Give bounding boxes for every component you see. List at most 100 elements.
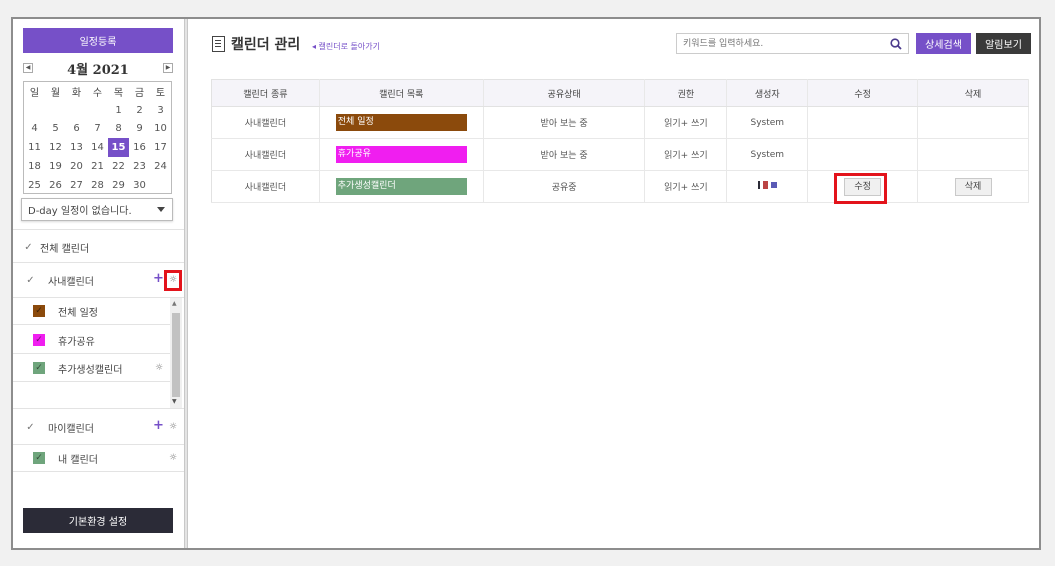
gear-icon[interactable]: ☼ xyxy=(169,422,177,432)
gear-icon[interactable]: ☼ xyxy=(169,453,177,463)
creator-cell: System xyxy=(726,138,809,171)
calendar-item[interactable]: ✓ 추가생성캘린더 ☼ xyxy=(13,359,184,377)
divider xyxy=(13,353,170,354)
calendar-item[interactable]: ✓ 전체 일정 xyxy=(13,302,184,320)
company-calendar-label: 사내캘린더 xyxy=(48,277,94,288)
column-header: 수정 xyxy=(807,79,919,107)
weekday-header: 금 xyxy=(134,87,145,99)
prev-month-icon[interactable]: ◀ xyxy=(23,63,33,73)
main-content: 캘린더 관리 ◂ 캘린더로 돌아가기 상세검색 알림보기 캘린더 종류 캘린더 … xyxy=(188,19,1039,548)
table-row: 사내캘린더 추가생성캘린더 공유중 읽기+ 쓰기 수정 삭제 xyxy=(211,170,1029,204)
my-calendar-group[interactable]: ✓ 마이캘린더 + ☼ xyxy=(13,412,184,442)
share-status-cell: 받아 보는 중 xyxy=(483,106,646,139)
back-to-calendar-link[interactable]: ◂ 캘린더로 돌아가기 xyxy=(312,41,380,52)
advanced-search-button[interactable]: 상세검색 xyxy=(916,33,971,54)
register-event-button[interactable]: 일정등록 xyxy=(23,28,173,53)
calendar-color-checkbox[interactable]: ✓ xyxy=(33,452,45,464)
calendar-name-cell: 휴가공유 xyxy=(319,138,484,171)
creator-cell xyxy=(726,170,809,203)
search-icon[interactable] xyxy=(890,38,902,50)
scroll-up-icon[interactable]: ▲ xyxy=(172,300,177,307)
calendar-day[interactable]: 11 xyxy=(24,138,45,157)
calendar-day[interactable]: 29 xyxy=(108,176,129,195)
calendar-day[interactable]: 20 xyxy=(66,157,87,176)
company-calendar-group[interactable]: ✓ 사내캘린더 + ☼ xyxy=(13,264,184,297)
calendar-day[interactable]: 27 xyxy=(66,176,87,195)
calendar-day[interactable]: 5 xyxy=(45,120,66,139)
calendar-day[interactable]: 30 xyxy=(129,176,150,195)
dday-dropdown[interactable]: D-day 일정이 없습니다. xyxy=(21,198,173,221)
calendar-day[interactable]: 13 xyxy=(66,138,87,157)
calendar-day[interactable]: 26 xyxy=(45,176,66,195)
divider xyxy=(13,471,184,472)
search-input[interactable] xyxy=(677,34,882,53)
calendar-day[interactable]: 2 xyxy=(129,101,150,120)
calendar-color-checkbox[interactable]: ✓ xyxy=(33,362,45,374)
calendar-item[interactable]: ✓ 내 캘린더 ☼ xyxy=(13,449,184,467)
permission-cell: 읽기+ 쓰기 xyxy=(644,106,728,139)
calendar-type-cell: 사내캘린더 xyxy=(211,170,320,203)
creator-cell: System xyxy=(726,106,809,139)
settings-button[interactable]: 기본환경 설정 xyxy=(23,508,173,533)
calendar-day[interactable]: 15 xyxy=(108,138,129,158)
calendar-day[interactable]: 9 xyxy=(129,120,150,139)
edit-cell xyxy=(807,138,919,171)
calendar-day[interactable]: 28 xyxy=(87,176,108,195)
check-icon[interactable]: ✓ xyxy=(23,242,34,253)
calendar-day[interactable]: 6 xyxy=(66,120,87,139)
calendar-day[interactable]: 4 xyxy=(24,120,45,139)
delete-button[interactable]: 삭제 xyxy=(954,177,992,196)
scroll-down-icon[interactable]: ▼ xyxy=(172,398,177,405)
calendar-name-cell: 전체 일정 xyxy=(319,106,484,139)
divider xyxy=(13,297,184,298)
calendar-day[interactable]: 16 xyxy=(129,138,150,157)
calendar-item-label: 내 캘린더 xyxy=(58,454,98,466)
mini-calendar-title: 4월 2021 xyxy=(67,62,129,78)
calendar-item[interactable]: ✓ 휴가공유 xyxy=(13,331,184,349)
check-icon[interactable]: ✓ xyxy=(25,422,36,433)
calendar-day[interactable]: 18 xyxy=(24,157,45,176)
highlight-box xyxy=(834,173,888,204)
mini-calendar-grid: 일 월 화 수 목 금 토 1 2 3 4 5 6 7 8 9 10 11 12 13 14 15 16 17 18 19 20 21… xyxy=(24,82,171,195)
add-calendar-icon[interactable]: + xyxy=(153,271,164,286)
permission-cell: 읽기+ 쓰기 xyxy=(644,138,728,171)
calendar-day[interactable]: 24 xyxy=(150,157,171,176)
highlight-box xyxy=(164,270,182,291)
weekday-header: 일 xyxy=(29,87,40,99)
check-icon[interactable]: ✓ xyxy=(25,275,36,286)
weekday-header: 화 xyxy=(71,87,82,99)
calendar-day[interactable]: 1 xyxy=(108,101,129,120)
search-box xyxy=(676,33,909,54)
calendar-type-cell: 사내캘린더 xyxy=(211,106,320,139)
calendar-day[interactable]: 19 xyxy=(45,157,66,176)
calendar-day[interactable]: 10 xyxy=(150,120,171,139)
calendar-day[interactable]: 14 xyxy=(87,138,108,157)
calendar-day[interactable]: 21 xyxy=(87,157,108,176)
add-calendar-icon[interactable]: + xyxy=(153,418,164,433)
calendar-day[interactable]: 8 xyxy=(108,120,129,139)
calendar-day-empty xyxy=(150,176,171,195)
calendar-day[interactable]: 3 xyxy=(150,101,171,120)
calendar-item-label: 추가생성캘린더 xyxy=(58,364,123,376)
next-month-icon[interactable]: ▶ xyxy=(163,63,173,73)
weekday-header: 수 xyxy=(92,87,103,99)
calendar-day[interactable]: 22 xyxy=(108,157,129,176)
column-header: 삭제 xyxy=(917,79,1029,107)
calendar-day[interactable]: 25 xyxy=(24,176,45,195)
calendar-day[interactable]: 12 xyxy=(45,138,66,157)
table-row: 사내캘린더 휴가공유 받아 보는 중 읽기+ 쓰기 System xyxy=(211,138,1029,171)
view-alarms-button[interactable]: 알림보기 xyxy=(976,33,1031,54)
gear-icon[interactable]: ☼ xyxy=(155,363,163,373)
calendar-day[interactable]: 7 xyxy=(87,120,108,139)
delete-cell xyxy=(917,106,1029,139)
divider xyxy=(13,444,184,445)
calendar-day[interactable]: 23 xyxy=(129,157,150,176)
calendar-item-label: 전체 일정 xyxy=(58,307,98,319)
all-calendars-row[interactable]: ✓ 전체 캘린더 xyxy=(13,239,184,256)
calendar-day[interactable]: 17 xyxy=(150,138,171,157)
calendar-color-checkbox[interactable]: ✓ xyxy=(33,305,45,317)
scrollbar-thumb[interactable] xyxy=(172,313,180,397)
calendar-name-tag: 추가생성캘린더 xyxy=(335,178,467,195)
calendar-color-checkbox[interactable]: ✓ xyxy=(33,334,45,346)
mini-calendar-header: ◀ 4월 2021 ▶ xyxy=(23,59,173,78)
